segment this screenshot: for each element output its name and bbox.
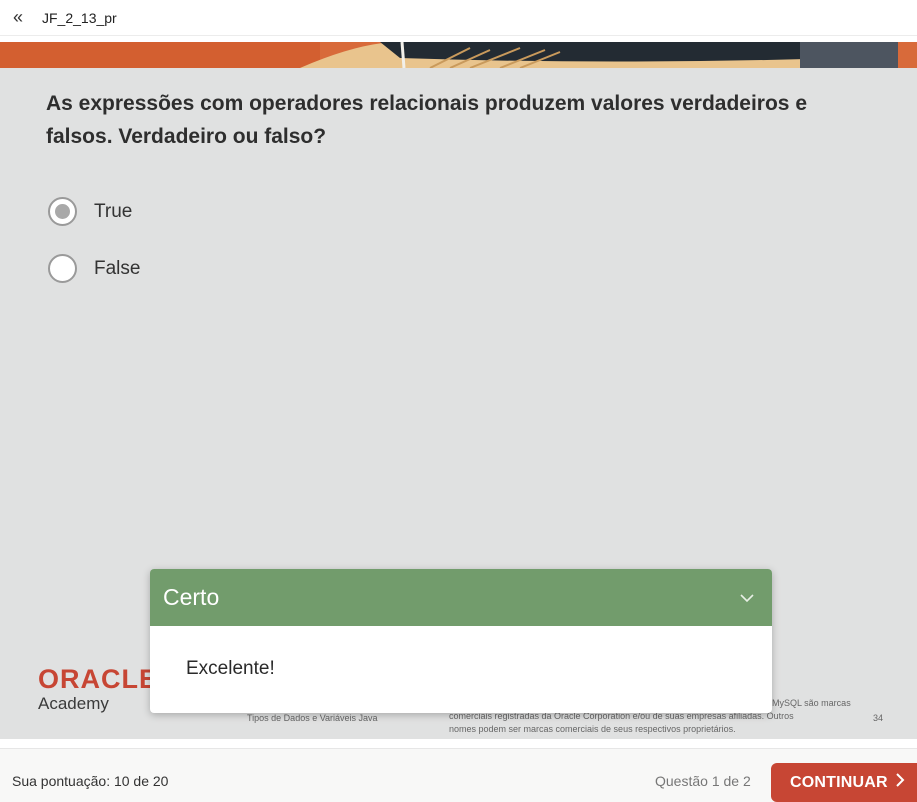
double-chevron-left-icon[interactable]: « [4, 6, 32, 30]
decorative-banner [0, 42, 917, 68]
feedback-header[interactable]: Certo [150, 569, 772, 626]
question-text: As expressões com operadores relacionais… [46, 92, 808, 148]
slide-footer-title: Tipos de Dados e Variáveis Java [247, 713, 378, 723]
bottom-bar: Sua pontuação: 10 de 20 Questão 1 de 2 C… [0, 748, 917, 802]
chevron-right-icon [895, 772, 905, 793]
logo-sub: Academy [38, 694, 109, 713]
slide-footer-legal-1: MySQL são marcas [772, 698, 851, 708]
radio-false[interactable] [48, 254, 77, 283]
slide-page-number: 34 [873, 713, 884, 723]
radio-true[interactable] [48, 197, 77, 226]
oracle-academy-logo: ORACLE Academy [38, 664, 158, 714]
logo-brand: ORACLE [38, 664, 158, 694]
score-text: Sua pontuação: 10 de 20 [12, 773, 169, 789]
chevron-down-icon[interactable] [740, 590, 754, 606]
continue-label: CONTINUAR [790, 773, 888, 791]
question-counter: Questão 1 de 2 [655, 773, 751, 789]
quiz-page: « JF_2_13_pr As expressões com operadore… [0, 0, 917, 802]
feedback-message: Excelente! [186, 658, 275, 679]
option-false[interactable]: False [48, 254, 140, 283]
option-true[interactable]: True [48, 197, 132, 226]
option-true-label: True [94, 200, 133, 222]
continue-button[interactable]: CONTINUAR [771, 763, 917, 802]
feedback-panel: Certo Excelente! [150, 569, 772, 713]
option-false-label: False [94, 257, 141, 279]
feedback-title: Certo [163, 584, 220, 610]
document-title: JF_2_13_pr [42, 9, 117, 26]
top-bar: « JF_2_13_pr [0, 0, 917, 36]
slide-footer-legal-3: nomes podem ser marcas comerciais de seu… [449, 724, 736, 734]
